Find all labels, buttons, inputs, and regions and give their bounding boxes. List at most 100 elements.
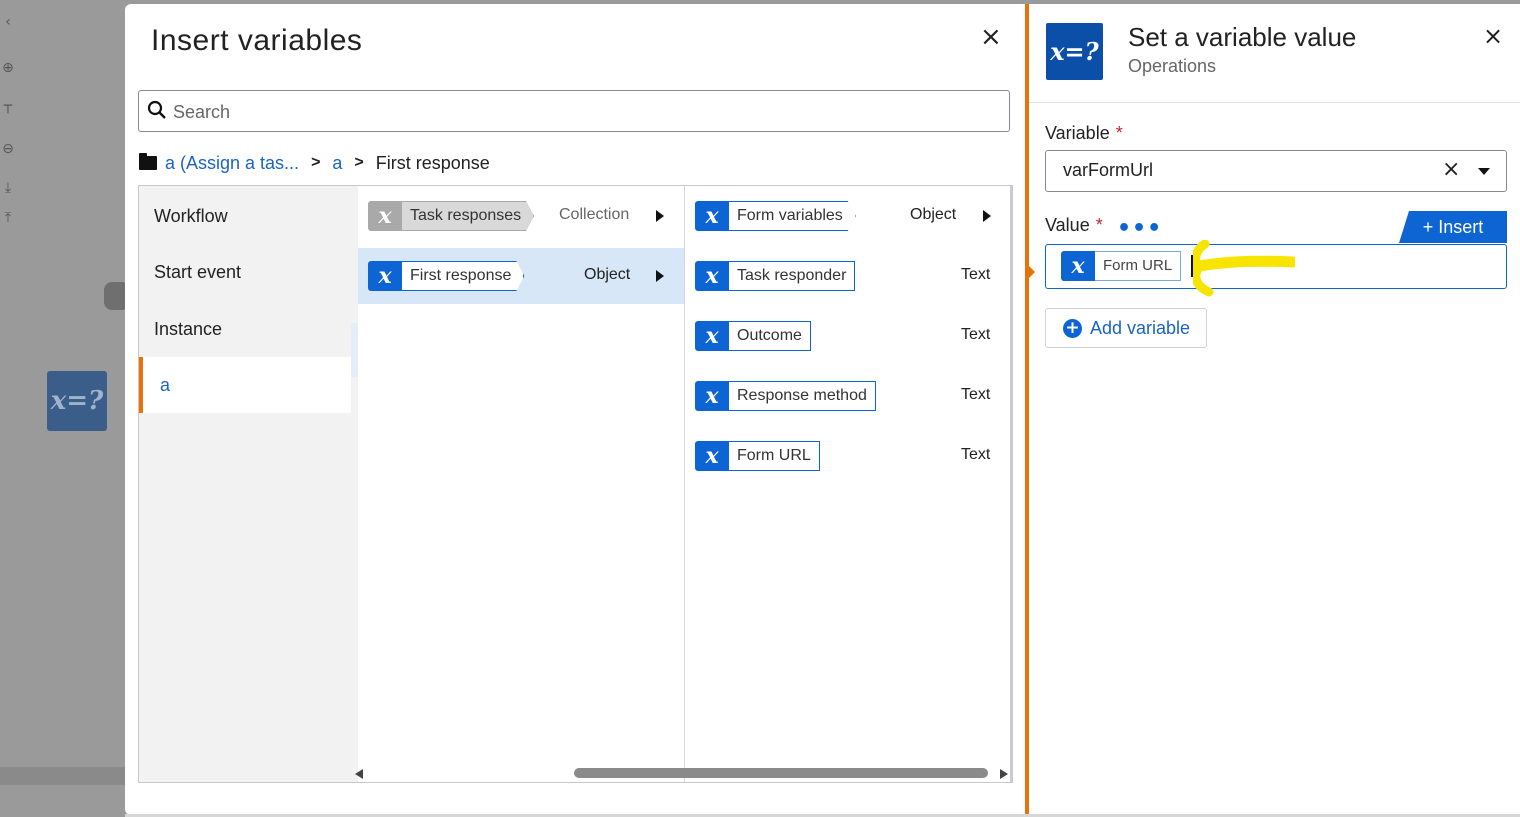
set-variable-logo-icon: x=? [1046,23,1103,80]
variable-tag-label: Task responses [402,201,534,231]
breadcrumb: a (Assign a tas... > a > First response [139,151,490,175]
value-field-label: Value * [1045,215,1103,236]
variable-select[interactable]: varFormUrl × [1045,150,1507,192]
category-item-start-event[interactable]: Start event [139,244,351,300]
list-item[interactable]: x Form URL Text [685,428,1010,484]
variable-type: Object [584,266,631,283]
variable-tag[interactable]: x Form variables [695,201,856,231]
clear-icon[interactable]: × [1442,157,1460,182]
variable-tag-label: Form URL [729,441,820,471]
variable-tag-label: Outcome [729,321,811,351]
variable-field-label: Variable * [1045,123,1123,144]
close-icon[interactable]: × [1483,22,1503,50]
variable-tag-label: Task responder [729,261,856,291]
collapse-icon[interactable]: ‹ [0,14,16,30]
expand-arrow-icon[interactable] [983,210,991,222]
zoom-in-icon[interactable]: ⊕ [0,60,16,76]
variable-tag-label: Form variables [729,201,856,231]
variable-column-3: x Form variables Object x Task responder… [685,186,1012,782]
scroll-right-icon[interactable] [1000,769,1008,779]
variable-tag[interactable]: x Task responses [368,201,534,231]
horizontal-scrollbar[interactable] [353,764,1012,782]
variable-type: Text [961,326,991,343]
scrollbar-thumb[interactable] [574,768,988,778]
marker-arrow-icon [1029,266,1035,278]
category-item-workflow[interactable]: Workflow [139,188,351,244]
highlight-arrow-annotation [1193,240,1295,297]
value-field-marker [1025,212,1035,288]
column-divider [351,186,358,782]
folder-icon [139,153,157,170]
download-icon[interactable]: ⤓ [0,180,16,196]
expand-arrow-icon[interactable] [656,210,664,222]
canvas-set-variable-node[interactable]: x=? [47,371,107,431]
variable-tag-label: First response [402,261,524,291]
variable-type: Object [910,206,957,223]
category-item-instance[interactable]: Instance [139,301,351,357]
breadcrumb-root-link[interactable]: a (Assign a tas... [165,153,299,174]
category-list: Workflow Start event Instance a [139,186,351,782]
upload-icon[interactable]: ⤒ [0,210,16,226]
insert-button-label: Insert [1438,217,1484,237]
variable-tag[interactable]: x Form URL [695,441,820,471]
list-item[interactable]: x Task responder Text [685,248,1010,304]
add-circle-icon: + [1063,318,1082,338]
variable-type: Text [961,446,991,463]
zoom-slider-icon[interactable]: ┬ [0,98,16,114]
category-item-a[interactable]: a [139,357,351,413]
close-icon[interactable]: × [980,22,1002,52]
variable-icon: x [695,261,729,291]
required-mark: * [1115,123,1123,143]
variable-tag-label: Response method [729,381,876,411]
insert-variables-dialog: Insert variables × a (Assign a tas... > … [125,4,1027,815]
panel-header: x=? Set a variable value Operations × [1029,4,1520,103]
list-item[interactable]: x Task responses Collection [358,188,684,244]
value-token-label: Form URL [1095,251,1182,281]
value-label-text: Value [1045,215,1090,235]
set-variable-panel: x=? Set a variable value Operations × Va… [1025,4,1520,815]
variable-icon: x [1061,251,1095,281]
search-icon [147,100,166,119]
value-variable-token[interactable]: x Form URL [1061,251,1182,281]
panel-title: Set a variable value [1128,22,1357,52]
canvas-scrollbar[interactable] [0,767,125,785]
variable-icon: x [695,321,729,351]
variable-browser: Workflow Start event Instance a x Task r… [138,185,1013,783]
variable-tag[interactable]: x First response [368,261,524,291]
chevron-down-icon[interactable] [1478,168,1490,175]
variable-type: Text [961,386,991,403]
variable-type: Collection [559,206,630,223]
expand-arrow-icon[interactable] [656,270,664,282]
list-item[interactable]: x Outcome Text [685,308,1010,364]
list-item[interactable]: x First response Object [358,248,684,304]
chevron-right-icon: > [354,154,364,171]
breadcrumb-mid-link[interactable]: a [332,153,342,174]
required-mark: * [1095,215,1103,235]
panel-subtitle: Operations [1128,56,1217,76]
breadcrumb-current: First response [375,152,490,173]
scroll-left-icon[interactable] [355,769,363,779]
plus-icon: + [1422,217,1434,237]
variable-column-2: x Task responses Collection x First resp… [358,186,685,782]
chevron-right-icon: > [311,154,321,171]
dialog-title: Insert variables [151,24,363,57]
add-variable-button[interactable]: + Add variable [1045,308,1207,348]
variable-tag[interactable]: x Response method [695,381,876,411]
variable-label-text: Variable [1045,123,1110,143]
list-item[interactable]: x Response method Text [685,368,1010,424]
variable-tag[interactable]: x Outcome [695,321,811,351]
add-variable-label: Add variable [1090,317,1191,338]
variable-icon: x [368,201,402,231]
variable-icon: x [695,201,729,231]
insert-button[interactable]: + Insert [1399,211,1507,243]
search-input[interactable] [171,97,995,127]
variable-icon: x [695,441,729,471]
selection-indicator [351,323,358,377]
canvas-toolrail: ‹ ⊕ ┬ ⊖ ⤓ ⤒ [0,0,18,260]
zoom-out-icon[interactable]: ⊖ [0,141,16,157]
variable-tag[interactable]: x Task responder [695,261,856,291]
search-box [138,90,1010,132]
list-item[interactable]: x Form variables Object [685,188,1010,244]
more-options-icon[interactable]: ••• [1117,216,1162,241]
variable-type: Text [961,266,991,283]
